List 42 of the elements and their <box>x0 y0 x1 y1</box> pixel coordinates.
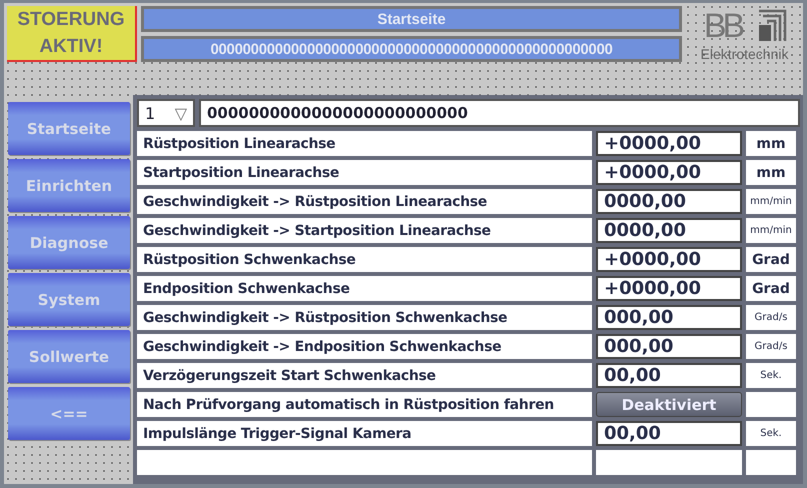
value-field[interactable]: 00,00 <box>596 421 742 446</box>
unit-label: Grad <box>746 276 796 301</box>
unit-label: Grad <box>746 247 796 272</box>
unit-label: mm <box>746 131 796 156</box>
parameter-label: Geschwindigkeit -> Startposition Linearachse <box>137 218 592 243</box>
unit-label: mm <box>746 160 796 185</box>
unit-label: Grad/s <box>746 334 796 359</box>
value-field[interactable]: 0000,00 <box>596 189 742 214</box>
number-dropdown[interactable]: 1 ▽ <box>137 99 195 127</box>
value-field[interactable]: 000,00 <box>596 334 742 359</box>
parameter-label: Nach Prüfvorgang automatisch in Rüstposition fahren <box>137 392 592 417</box>
unit-label: Sek. <box>746 421 796 446</box>
empty-cell <box>746 392 796 417</box>
parameter-label: Verzögerungszeit Start Schwenkachse <box>137 363 592 388</box>
unit-label: mm/min <box>746 189 796 214</box>
screen-title: Startseite <box>141 6 682 32</box>
toggle-button[interactable]: Deaktiviert <box>596 392 742 417</box>
unit-label: Sek. <box>746 363 796 388</box>
name-field[interactable]: 0000000000000000000000000 <box>199 99 800 127</box>
parameter-label: Startposition Linearachse <box>137 160 592 185</box>
value-field[interactable]: +0000,00 <box>596 160 742 185</box>
unit-label: Grad/s <box>746 305 796 330</box>
parameter-label: Rüstposition Linearachse <box>137 131 592 156</box>
message-bar: 00000000000000000000000000000000000000000000000000 <box>141 36 682 62</box>
parameter-label: Rüstposition Schwenkachse <box>137 247 592 272</box>
value-field[interactable]: 0000,00 <box>596 218 742 243</box>
parameter-label: Endposition Schwenkachse <box>137 276 592 301</box>
logo-icon <box>757 9 788 43</box>
logo-caption: Elektrotechnik <box>700 46 788 62</box>
value-field[interactable]: 000,00 <box>596 305 742 330</box>
empty-cell <box>746 450 796 475</box>
value-field[interactable]: +0000,00 <box>596 247 742 272</box>
parameter-label: Geschwindigkeit -> Endposition Schwenkachse <box>137 334 592 359</box>
value-field[interactable]: 00,00 <box>596 363 742 388</box>
parameter-label: Impulslänge Trigger-Signal Kamera <box>137 421 592 446</box>
unit-label: mm/min <box>746 218 796 243</box>
value-field[interactable]: +0000,00 <box>596 131 742 156</box>
value-field[interactable]: +0000,00 <box>596 276 742 301</box>
parameter-label: Geschwindigkeit -> Rüstposition Schwenkachse <box>137 305 592 330</box>
alarm-indicator: STOERUNG AKTIV! <box>7 6 137 62</box>
parameter-label: Geschwindigkeit -> Rüstposition Linearachse <box>137 189 592 214</box>
logo-letters: BB <box>702 6 743 46</box>
